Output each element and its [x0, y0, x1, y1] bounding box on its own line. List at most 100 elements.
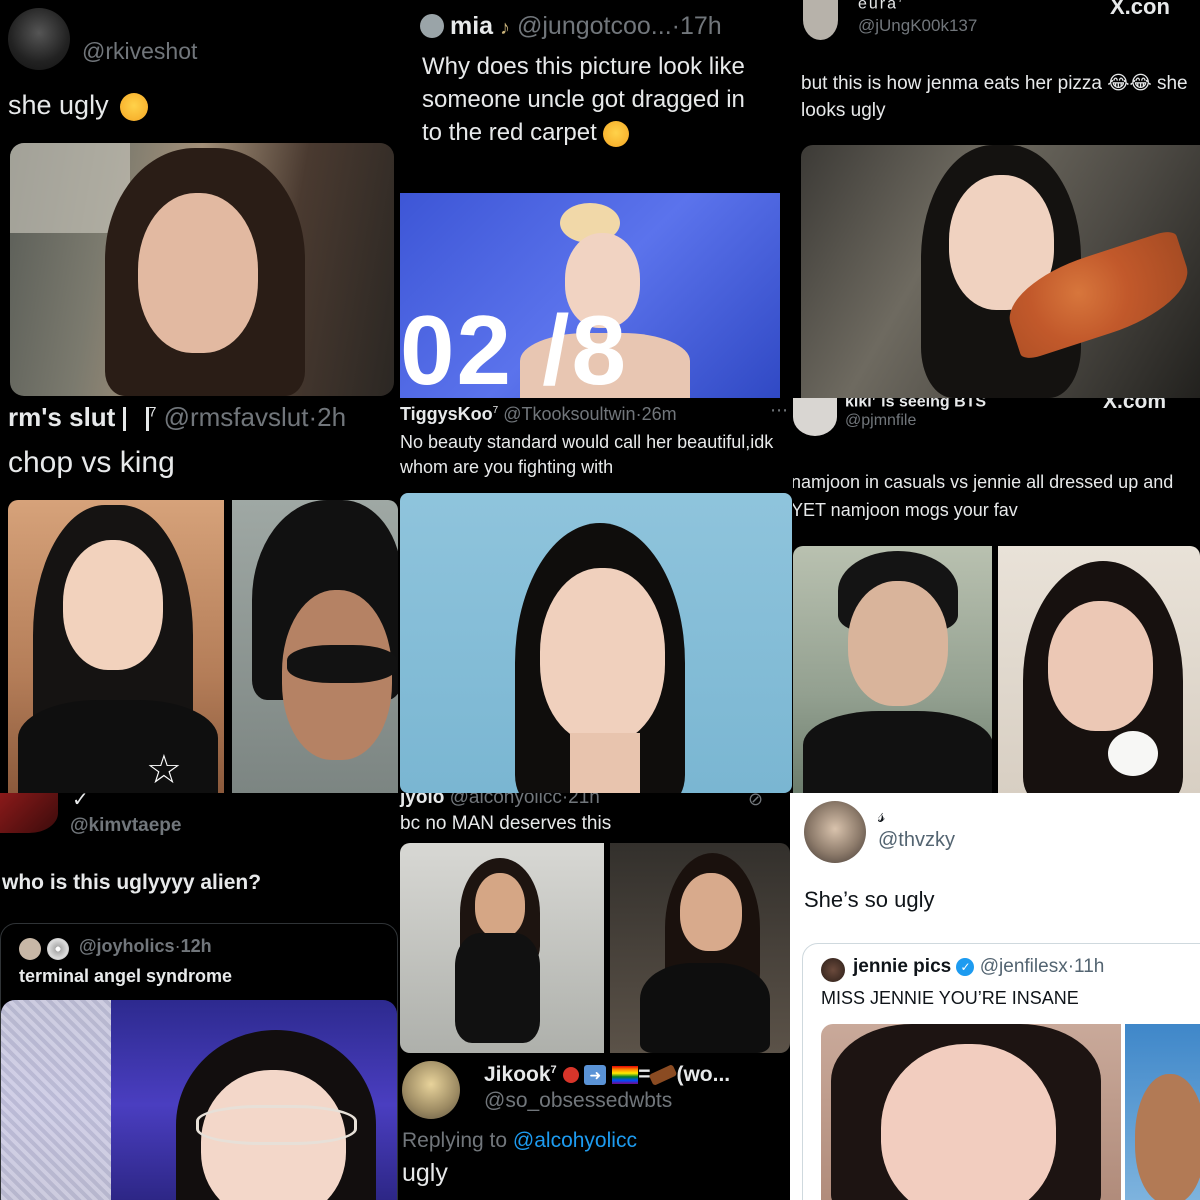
quote-display-name[interactable]: jennie pics [853, 956, 951, 977]
music-note-icon: ♪ [500, 17, 511, 39]
quote-handle[interactable]: @jenfilesx [980, 956, 1068, 977]
tweet-text-content: Why does this picture look like someone … [422, 53, 745, 146]
replying-to-line: Replying to @alcohyolicc [402, 1129, 637, 1153]
reply-text: ugly [402, 1159, 448, 1187]
name-superscript: 7 [872, 398, 877, 402]
quote-timestamp[interactable]: 11h [1074, 956, 1104, 977]
tweet-photo-left[interactable] [400, 843, 604, 1053]
timestamp[interactable]: 17h [680, 12, 722, 40]
quote-avatar[interactable] [821, 958, 845, 982]
avatar[interactable] [8, 8, 70, 70]
quote-photo-left[interactable] [821, 1024, 1121, 1200]
quote-photo-right[interactable] [1125, 1024, 1200, 1200]
rainbow-flag-icon [612, 1066, 639, 1085]
tweet-photo[interactable]: 02 /8 [400, 193, 780, 398]
avatar[interactable] [804, 801, 866, 863]
quote-timestamp[interactable]: 12h [181, 936, 212, 956]
separator-dot: · [308, 402, 318, 432]
tweet-tile-2[interactable]: mia ♪ @jungotcoo...·17h Why does this pi… [398, 0, 783, 398]
photo-face [138, 193, 258, 353]
tweet-tile-8[interactable]: jyolo @alcohyolicc·21h ⊘ bc no MAN deser… [398, 793, 790, 1200]
timestamp[interactable]: 26m [642, 404, 677, 424]
timestamp[interactable]: 2h [317, 402, 346, 432]
grok-icon[interactable]: ⊘ [748, 793, 763, 810]
user-handle[interactable]: @pjmnfile [845, 412, 916, 430]
user-handle[interactable]: @rmsfavslut [164, 402, 309, 432]
tweet-tile-6[interactable]: kiki7 is seeing BTS @pjmnfile X.com namj… [793, 398, 1200, 793]
tweet-text: She’s so ugly [804, 887, 935, 912]
user-handle[interactable]: @thvzky [878, 829, 955, 852]
tweet-tile-9[interactable]: 𝓈 @thvzky She’s so ugly jennie pics ✓ @j… [790, 793, 1200, 1200]
tweet-tile-4[interactable]: rm's slut 7 @rmsfavslut·2h chop vs king … [0, 398, 398, 793]
tweet-tile-3[interactable]: eura7 @jUngK00k137 X.con but this is how… [783, 0, 1200, 398]
reply-handle[interactable]: @so_obsessedwbts [484, 1089, 672, 1113]
timestamp[interactable]: 21h [568, 793, 600, 808]
user-handle[interactable]: @rkiveshot [82, 38, 197, 65]
glasses-icon [196, 1105, 357, 1145]
replying-to-label: Replying to [402, 1129, 508, 1152]
tweet-photo-right[interactable] [610, 843, 790, 1053]
tweet-tile-5[interactable]: TiggysKoo7 @Tkooksoultwin·26m ⋯ No beaut… [398, 398, 793, 793]
avatar[interactable] [793, 398, 837, 436]
display-name[interactable]: rm's slut [8, 402, 115, 432]
tweet-photo[interactable] [801, 145, 1200, 398]
more-options-icon[interactable]: ⋯ [770, 400, 788, 421]
separator-dot: · [671, 12, 680, 40]
display-name[interactable]: kiki7 is seeing BTS [845, 398, 986, 411]
tweet-photo-left[interactable]: ☆ [8, 500, 224, 793]
tweet-photo-right[interactable] [998, 546, 1200, 793]
arrow-right-icon: ➜ [584, 1065, 607, 1086]
tweet-photo[interactable] [10, 143, 394, 396]
tweet-header: rm's slut 7 @rmsfavslut·2h [8, 402, 346, 433]
coffin-icon [649, 1064, 678, 1087]
quote-handle[interactable]: @joyholics [79, 936, 175, 956]
tweet-photo-left[interactable] [793, 546, 992, 793]
photo-face [475, 873, 525, 938]
tweet-photo[interactable] [400, 493, 792, 793]
quote-photo[interactable] [1, 1000, 397, 1200]
quote-avatar[interactable] [19, 938, 41, 960]
display-name-text: kiki [845, 398, 872, 411]
photo-neck [570, 733, 640, 793]
display-name[interactable]: TiggysKoo [400, 404, 493, 424]
tweet-text: No beauty standard would call her beauti… [400, 432, 774, 477]
tweet-header: TiggysKoo7 @Tkooksoultwin·26m [400, 404, 677, 425]
tweet-tile-1[interactable]: @rkiveshot she ugly [0, 0, 398, 398]
replying-to-handle[interactable]: @alcohyolicc [513, 1129, 637, 1152]
quote-text: MISS JENNIE YOU’RE INSANE [821, 988, 1079, 1008]
reply-avatar[interactable] [402, 1061, 460, 1119]
user-handle[interactable]: @alcohyolicc [450, 793, 562, 808]
display-name[interactable]: jyolo [400, 793, 444, 808]
tweet-text-content: she ugly [8, 90, 109, 120]
photo-face [848, 581, 948, 706]
user-handle[interactable]: @Tkooksoultwin [503, 404, 635, 424]
display-name[interactable]: 𝓈 [878, 805, 885, 828]
quoted-tweet[interactable]: @joyholics·12h terminal angel syndrome [0, 923, 398, 1200]
display-name-suffix: is seeing BTS [881, 398, 987, 411]
x-logo: X.com [1103, 398, 1167, 413]
avatar[interactable] [803, 0, 838, 40]
user-handle[interactable]: @jUngK00k137 [858, 16, 977, 36]
display-name[interactable]: eura7 [858, 0, 905, 13]
avatar[interactable] [0, 793, 58, 833]
quoted-tweet[interactable]: jennie pics ✓ @jenfilesx·11h MISS JENNIE… [802, 943, 1200, 1200]
tweet-text: chop vs king [8, 446, 175, 479]
tweet-text: Why does this picture look like someone … [422, 50, 767, 149]
tweet-text: she ugly [8, 90, 149, 121]
display-name[interactable]: mia [450, 12, 493, 40]
tweet-header: jyolo @alcohyolicc·21h [400, 793, 600, 809]
user-handle[interactable]: @jungotcoo... [517, 12, 672, 40]
tweet-text: bc no MAN deserves this [400, 813, 612, 834]
tweet-text: but this is how jenma eats her pizza 😂😂 … [801, 73, 1188, 121]
photo-shirt [803, 711, 992, 793]
avatar[interactable] [420, 14, 444, 38]
boxing-glove-icon [562, 1067, 579, 1084]
photo-face [540, 568, 665, 743]
tweet-tile-7[interactable]: ✓ @kimvtaepe who is this uglyyyy alien? … [0, 793, 398, 1200]
reply-display-name[interactable]: Jikook [484, 1063, 551, 1086]
verified-badge-icon: ✓ [956, 957, 975, 976]
photo-backdrop-text: 02 /8 [400, 295, 628, 398]
user-handle[interactable]: @kimvtaepe [70, 815, 181, 837]
photo-face [63, 540, 163, 670]
tweet-photo-right[interactable] [232, 500, 398, 793]
